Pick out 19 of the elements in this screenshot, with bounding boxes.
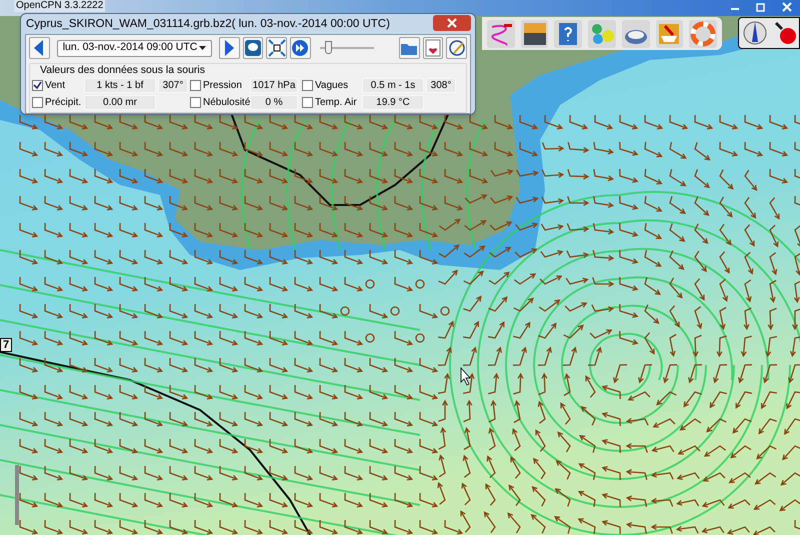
- direction-field: 308°: [426, 78, 456, 93]
- direction-field: 307°: [158, 78, 188, 93]
- field-label: Pression: [203, 79, 242, 93]
- app-title: OpenCPN 3.3.2222: [14, 0, 106, 12]
- value-field: 19.9 °C: [362, 95, 424, 110]
- value-field: 0 %: [250, 95, 298, 110]
- group-title: Valeurs des données sous la souris: [39, 64, 206, 76]
- value-field: 1 kts - 1 bf: [84, 78, 156, 93]
- field-label: Précipit.: [45, 96, 82, 110]
- value-field: 0.5 m - 1s: [362, 78, 424, 93]
- field-label: Temp. Air: [315, 96, 357, 110]
- time-dropdown[interactable]: lun. 03-nov.-2014 09:00 UTC: [56, 40, 212, 56]
- dialog-title: Cyprus_SKIRON_WAM_031114.grb.bz2( lun. 03-nov.-2014 00:00 UTC): [26, 17, 390, 32]
- chart-edge-label: 7: [0, 338, 12, 352]
- field-label: Vent: [45, 79, 66, 93]
- value-field: 0.00 mr: [84, 95, 156, 110]
- field-label: Nébulosité: [203, 96, 250, 110]
- value-field: 1017 hPa: [250, 78, 298, 93]
- field-label: Vagues: [315, 79, 348, 93]
